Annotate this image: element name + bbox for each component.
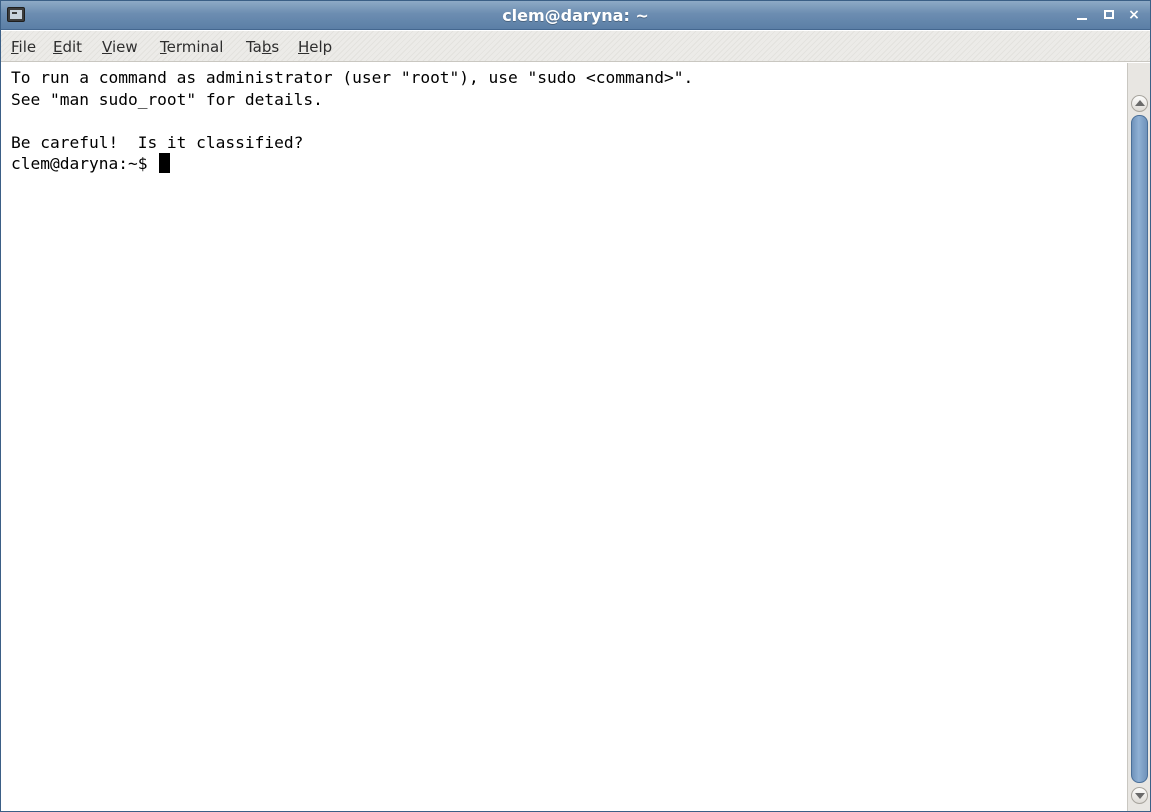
terminal-output[interactable]: To run a command as administrator (user … [1,63,1127,811]
title-bar[interactable]: clem@daryna: ~ × [1,1,1150,30]
minimize-button[interactable] [1073,6,1091,24]
menu-edit[interactable]: Edit [53,38,82,56]
scroll-down-button[interactable] [1131,787,1148,804]
window-title: clem@daryna: ~ [502,6,649,25]
output-line: See "man sudo_root" for details. [11,89,323,109]
close-button[interactable]: × [1125,6,1143,24]
terminal-window: clem@daryna: ~ × File Edit View Terminal… [0,0,1151,812]
menu-terminal[interactable]: Terminal [160,38,223,56]
chevron-down-icon [1135,793,1145,799]
output-line: Be careful! Is it classified? [11,132,304,152]
menu-tabs[interactable]: Tabs [246,38,279,56]
scrollbar-thumb[interactable] [1131,115,1148,783]
chevron-up-icon [1135,100,1145,106]
close-icon: × [1128,7,1140,23]
output-line: To run a command as administrator (user … [11,68,694,87]
text-cursor [159,153,171,173]
maximize-button[interactable] [1100,6,1118,24]
menu-file[interactable]: File [11,38,36,56]
minimize-icon [1077,18,1087,20]
menu-help[interactable]: Help [298,38,332,56]
menu-view[interactable]: View [102,38,138,56]
scroll-up-button[interactable] [1131,95,1148,112]
shell-prompt: clem@daryna:~$ [11,154,158,173]
vertical-scrollbar[interactable] [1127,63,1150,811]
menu-bar: File Edit View Terminal Tabs Help [1,31,1150,62]
maximize-icon [1104,10,1114,19]
prompt-line[interactable]: clem@daryna:~$ [11,153,1127,175]
